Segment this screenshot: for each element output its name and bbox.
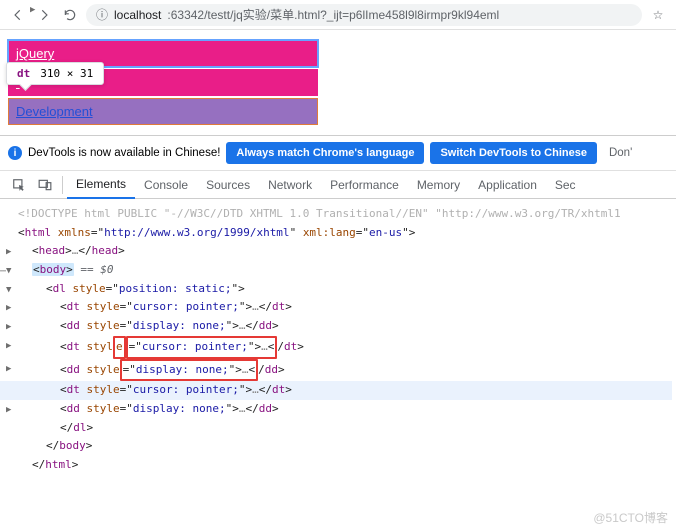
- body-open-line: ⋯▼<body> == $0: [18, 261, 672, 280]
- switch-devtools-button[interactable]: Switch DevTools to Chinese: [430, 142, 597, 164]
- dl-open-line: ▼<dl style="position: static;">: [18, 280, 672, 299]
- tab-security[interactable]: Sec: [546, 171, 585, 199]
- bookmark-icon[interactable]: ☆: [648, 8, 668, 22]
- language-banner: i DevTools is now available in Chinese! …: [0, 136, 676, 171]
- body-close-line: </body>: [18, 437, 672, 456]
- forward-icon[interactable]: [34, 5, 54, 25]
- info-circle-icon: i: [8, 146, 22, 160]
- tab-memory[interactable]: Memory: [408, 171, 469, 199]
- dt-line-1: ▶<dt style="cursor: pointer;">…</dt>: [18, 298, 672, 317]
- device-icon[interactable]: [32, 178, 58, 192]
- tab-console[interactable]: Console: [135, 171, 197, 199]
- dl-close-line: </dl>: [18, 419, 672, 438]
- devtools-panel: i DevTools is now available in Chinese! …: [0, 135, 676, 481]
- reload-icon[interactable]: [60, 5, 80, 25]
- address-bar[interactable]: ⓘ localhost :63342/testt/jq实验/菜单.html?_ij…: [86, 4, 642, 26]
- devtools-tabs: Elements Console Sources Network Perform…: [0, 171, 676, 199]
- dt-line-2: ▶<dt style="cursor: pointer;">…</dt>: [18, 336, 672, 359]
- watermark: @51CTO博客: [593, 509, 668, 526]
- tab-application[interactable]: Application: [469, 171, 546, 199]
- inspect-icon[interactable]: [6, 178, 32, 192]
- dd-line-2: ▶<dd style="display: none;">…</dd>: [18, 359, 672, 382]
- tooltip-size: 310 × 31: [40, 67, 93, 80]
- menu-dd-development[interactable]: Development: [8, 98, 318, 125]
- tab-sources[interactable]: Sources: [197, 171, 259, 199]
- doctype-line: <!DOCTYPE html PUBLIC "-//W3C//DTD XHTML…: [18, 205, 672, 224]
- tab-network[interactable]: Network: [259, 171, 321, 199]
- tab-elements[interactable]: Elements: [67, 171, 135, 199]
- head-line: ▶<head>…</head>: [18, 242, 672, 261]
- page-viewport: jQuery dt310 × 31 Development: [0, 30, 676, 135]
- browser-toolbar: ⓘ localhost :63342/testt/jq实验/菜单.html?_ij…: [0, 0, 676, 30]
- info-icon: ⓘ: [96, 6, 108, 23]
- back-icon[interactable]: [8, 5, 28, 25]
- html-open-line: <html xmlns="http://www.w3.org/1999/xhtm…: [18, 224, 672, 243]
- html-close-line: </html>: [18, 456, 672, 475]
- dont-show-button[interactable]: Don': [603, 142, 638, 164]
- url-path: :63342/testt/jq实验/菜单.html?_ijt=p6lIme458…: [167, 6, 499, 23]
- always-match-button[interactable]: Always match Chrome's language: [226, 142, 424, 164]
- tab-performance[interactable]: Performance: [321, 171, 408, 199]
- tooltip-tag: dt: [17, 67, 30, 80]
- dd-line-1: ▶<dd style="display: none;">…</dd>: [18, 317, 672, 336]
- elements-source[interactable]: <!DOCTYPE html PUBLIC "-//W3C//DTD XHTML…: [0, 199, 676, 481]
- banner-text: DevTools is now available in Chinese!: [28, 147, 220, 159]
- url-host: localhost: [114, 8, 161, 22]
- dt-line-3: ▶<dt style="cursor: pointer;">…</dt>: [0, 381, 672, 400]
- dd-line-3: ▶<dd style="display: none;">…</dd>: [18, 400, 672, 419]
- element-dimensions-tooltip: dt 310 × 31: [6, 62, 104, 85]
